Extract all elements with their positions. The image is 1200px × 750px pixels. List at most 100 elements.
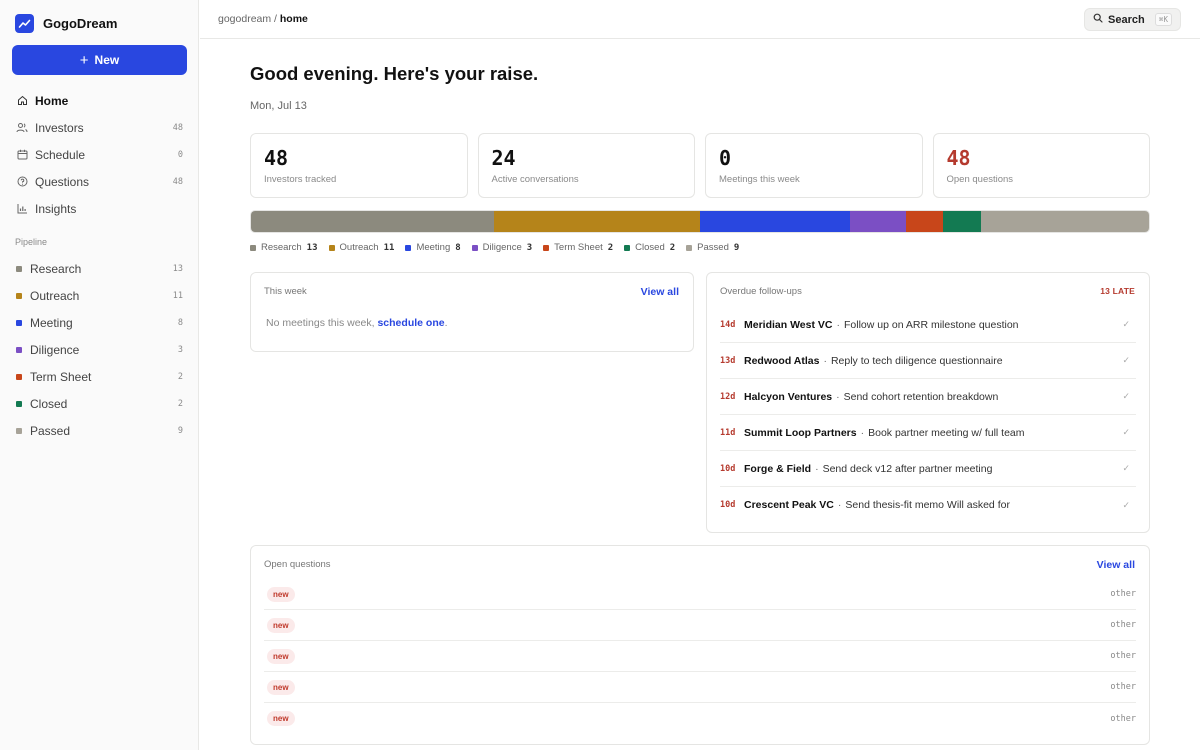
pipeline-item-meeting[interactable]: Meeting 8	[0, 309, 199, 336]
check-icon[interactable]: ✓	[1122, 391, 1130, 402]
nav-item-investors[interactable]: Investors 48	[0, 114, 199, 141]
nav-count: 48	[172, 176, 183, 187]
pipeline-count: 3	[177, 344, 183, 355]
followup-row[interactable]: 14d Meridian West VC · Follow up on ARR …	[720, 307, 1136, 343]
check-icon[interactable]: ✓	[1122, 463, 1130, 474]
pipeline-item-passed[interactable]: Passed 9	[0, 417, 199, 444]
question-icon	[16, 176, 28, 188]
nav-label: Schedule	[35, 147, 86, 162]
pipeline-count: 11	[172, 290, 183, 301]
followup-row[interactable]: 10d Crescent Peak VC · Send thesis-fit m…	[720, 487, 1136, 523]
brand[interactable]: GogoDream	[15, 13, 117, 33]
nav-item-questions[interactable]: Questions 48	[0, 168, 199, 195]
stage-color-swatch	[16, 292, 22, 299]
followup-investor: Redwood Atlas	[744, 354, 820, 367]
legend-label: Diligence	[482, 242, 522, 253]
card-title: This week	[264, 286, 307, 297]
pipeline-legend: Research 13 Outreach 11 Meeting 8 Diligence 3 Te…	[250, 242, 739, 253]
followup-row[interactable]: 10d Forge & Field · Send deck v12 after …	[720, 451, 1136, 487]
search-button[interactable]: Search ⌘K	[1084, 8, 1181, 31]
followup-list: 14d Meridian West VC · Follow up on ARR …	[720, 307, 1136, 523]
stat-card-conversations[interactable]: 24 Active conversations	[477, 133, 695, 198]
followup-investor: Summit Loop Partners	[744, 426, 857, 439]
question-category: other	[1110, 589, 1136, 599]
followup-row[interactable]: 12d Halcyon Ventures · Send cohort reten…	[720, 379, 1136, 415]
followup-age: 12d	[720, 391, 736, 402]
pipeline-item-research[interactable]: Research 13	[0, 255, 199, 282]
stat-card-investors[interactable]: 48 Investors tracked	[250, 133, 468, 198]
new-button[interactable]: + New	[12, 45, 187, 75]
top-bar: gogodream / home Search ⌘K	[200, 0, 1200, 39]
card-title: Overdue follow-ups	[720, 286, 802, 297]
this-week-view-all-link[interactable]: View all	[641, 286, 679, 298]
pipeline-item-term-sheet[interactable]: Term Sheet 2	[0, 363, 199, 390]
legend-swatch	[405, 244, 412, 251]
stage-color-swatch	[16, 400, 22, 407]
legend-label: Term Sheet	[554, 242, 603, 253]
followup-age: 13d	[720, 355, 736, 366]
legend-label: Passed	[697, 242, 729, 253]
pipeline-item-outreach[interactable]: Outreach 11	[0, 282, 199, 309]
stat-label: Active conversations	[491, 174, 579, 185]
question-row[interactable]: new other	[264, 579, 1136, 610]
legend-swatch	[250, 244, 256, 251]
main-nav: Home Investors 48 Schedule 0 Questions 4…	[0, 87, 199, 222]
nav-item-schedule[interactable]: Schedule 0	[0, 141, 199, 168]
legend-item-closed: Closed 2	[624, 242, 675, 253]
open-questions-view-all-link[interactable]: View all	[1097, 559, 1135, 571]
legend-swatch	[624, 244, 631, 251]
pipeline-label: Meeting	[30, 315, 73, 330]
empty-state-text: No meetings this week,	[266, 317, 378, 329]
pipeline-label: Closed	[30, 396, 68, 411]
dot-separator: ·	[860, 426, 865, 439]
question-category: other	[1110, 651, 1136, 661]
stage-color-swatch	[16, 265, 22, 272]
breadcrumb-current: home	[279, 13, 308, 25]
check-icon[interactable]: ✓	[1122, 500, 1130, 511]
check-icon[interactable]: ✓	[1122, 355, 1130, 366]
check-icon[interactable]: ✓	[1122, 427, 1130, 438]
stage-color-swatch	[16, 319, 22, 326]
app-name: GogoDream	[43, 15, 118, 31]
pipeline-item-diligence[interactable]: Diligence 3	[0, 336, 199, 363]
question-row[interactable]: new other	[264, 672, 1136, 703]
pipeline-label: Diligence	[30, 342, 80, 357]
stat-card-open-questions[interactable]: 48 Open questions	[932, 133, 1150, 198]
stat-value: 0	[719, 146, 732, 170]
followup-row[interactable]: 13d Redwood Atlas · Reply to tech dilige…	[720, 343, 1136, 379]
question-row[interactable]: new other	[264, 703, 1136, 734]
pipeline-segment-term-sheet	[905, 211, 944, 232]
followup-row[interactable]: 11d Summit Loop Partners · Book partner …	[720, 415, 1136, 451]
check-icon[interactable]: ✓	[1122, 319, 1130, 330]
stage-color-swatch	[16, 373, 22, 380]
stat-card-meetings[interactable]: 0 Meetings this week	[705, 133, 923, 198]
question-row[interactable]: new other	[264, 610, 1136, 641]
question-row[interactable]: new other	[264, 641, 1136, 672]
breadcrumb-root[interactable]: gogodream	[218, 13, 271, 25]
legend-count: 11	[383, 242, 395, 253]
new-button-label: New	[94, 53, 120, 67]
followup-age: 11d	[720, 427, 736, 438]
followup-task: Send deck v12 after partner meeting	[822, 462, 993, 475]
legend-item-term-sheet: Term Sheet 2	[543, 242, 613, 253]
pipeline-item-closed[interactable]: Closed 2	[0, 390, 199, 417]
schedule-one-link[interactable]: schedule one	[377, 317, 444, 329]
empty-state: No meetings this week, schedule one.	[266, 317, 448, 329]
followup-investor: Forge & Field	[744, 462, 812, 475]
overdue-followups-card: Overdue follow-ups 13 LATE 14d Meridian …	[706, 272, 1150, 533]
legend-item-outreach: Outreach 11	[328, 242, 395, 253]
pipeline-label: Term Sheet	[30, 369, 92, 384]
legend-label: Meeting	[416, 242, 451, 253]
trend-logo-icon	[15, 13, 34, 33]
pipeline-segment-research	[251, 211, 495, 232]
stat-label: Investors tracked	[264, 174, 337, 185]
stat-value: 24	[491, 146, 516, 170]
legend-item-passed: Passed 9	[686, 242, 739, 253]
legend-count: 2	[669, 242, 676, 253]
current-date: Mon, Jul 13	[250, 100, 307, 112]
stage-color-swatch	[16, 346, 22, 353]
pipeline-segment-diligence	[849, 211, 906, 232]
stat-value: 48	[946, 146, 971, 170]
nav-item-insights[interactable]: Insights	[0, 195, 199, 222]
nav-item-home[interactable]: Home	[0, 87, 199, 114]
